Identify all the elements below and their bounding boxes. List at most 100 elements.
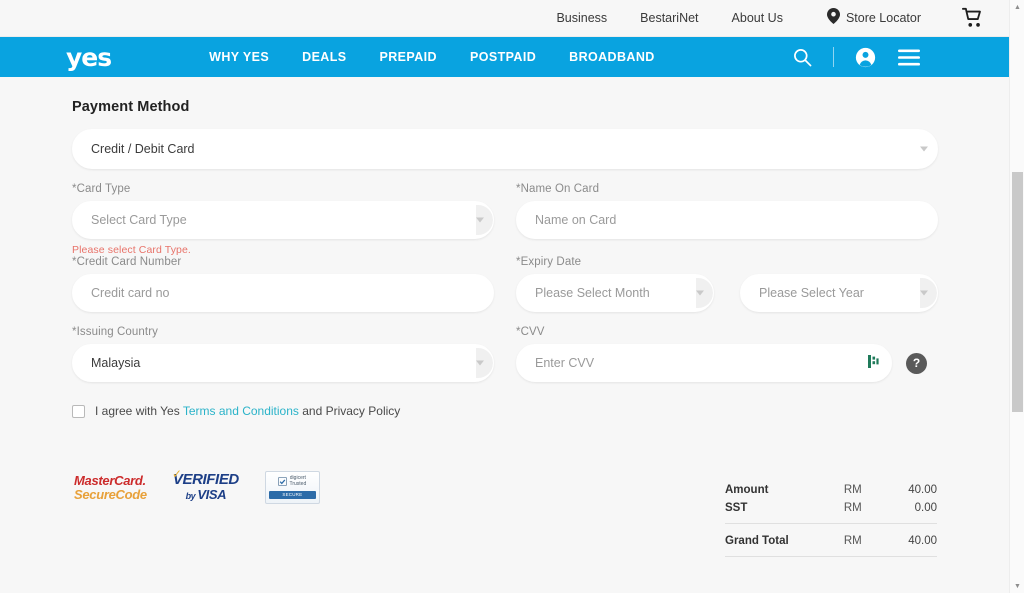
search-icon <box>793 48 812 67</box>
utility-nav-bar: Business BestariNet About Us Store Locat… <box>0 0 1009 37</box>
utility-link-business[interactable]: Business <box>556 11 607 25</box>
main-nav-icons <box>780 37 931 77</box>
nav-link-deals[interactable]: DEALS <box>302 50 346 64</box>
expiry-date-field: *Expiry Date Please Select Month Please … <box>516 256 938 312</box>
expiry-selects: Please Select Month Please Select Year <box>516 274 938 312</box>
mastercard-line1: MasterCard. <box>74 474 147 488</box>
issuing-country-value: Malaysia <box>91 356 140 370</box>
terms-suffix: and Privacy Policy <box>299 404 400 418</box>
visa-check-icon: ✓ <box>172 467 182 481</box>
chevron-down-icon <box>920 291 928 296</box>
security-badges: MasterCard. SecureCode ✓ VERIFIED by VIS… <box>72 471 320 504</box>
expiry-year-select[interactable]: Please Select Year <box>740 274 938 312</box>
nav-link-broadband[interactable]: BROADBAND <box>569 50 655 64</box>
card-number-expiry-row: *Credit Card Number Credit card no *Expi… <box>72 256 937 312</box>
name-on-card-field: *Name On Card Name on Card <box>516 183 938 256</box>
cvv-field: *CVV Enter CVV ? <box>516 326 938 382</box>
payment-form-content: Payment Method Credit / Debit Card *Card… <box>0 99 1009 557</box>
sst-label: SST <box>725 499 834 524</box>
visa-line1: VERIFIED <box>173 472 239 487</box>
terms-and-conditions-link[interactable]: Terms and Conditions <box>183 404 299 418</box>
sst-currency: RM <box>834 499 888 524</box>
order-totals: Amount RM 40.00 SST RM 0.00 Grand Total … <box>725 471 937 557</box>
nav-link-prepaid[interactable]: PREPAID <box>380 50 437 64</box>
credit-card-number-input[interactable]: Credit card no <box>72 274 494 312</box>
main-nav-links: WHY YES DEALS PREPAID POSTPAID BROADBAND <box>209 50 655 64</box>
mastercard-line2: SecureCode <box>74 488 147 502</box>
scrollbar-up-arrow[interactable]: ▲ <box>1010 0 1024 14</box>
footer-area: MasterCard. SecureCode ✓ VERIFIED by VIS… <box>72 471 937 557</box>
terms-checkbox[interactable] <box>72 405 85 418</box>
payment-method-value: Credit / Debit Card <box>91 142 195 156</box>
totals-table: Amount RM 40.00 SST RM 0.00 Grand Total … <box>725 481 937 557</box>
expiry-month-wrap: Please Select Month <box>516 274 714 312</box>
credit-card-number-field: *Credit Card Number Credit card no <box>72 256 494 312</box>
shopping-cart-icon <box>962 7 984 29</box>
nav-link-postpaid[interactable]: POSTPAID <box>470 50 536 64</box>
country-cvv-row: *Issuing Country Malaysia *CVV Enter CVV <box>72 312 937 382</box>
amount-currency: RM <box>834 481 888 499</box>
cart-button[interactable] <box>962 7 984 34</box>
card-type-select[interactable]: Select Card Type <box>72 201 494 239</box>
expiry-month-select[interactable]: Please Select Month <box>516 274 714 312</box>
card-type-error: Please select Card Type. <box>72 244 494 256</box>
chevron-down-icon <box>920 147 928 152</box>
scrollbar-down-arrow[interactable]: ▼ <box>1010 579 1024 593</box>
cvv-input[interactable]: Enter CVV <box>516 344 892 382</box>
search-button[interactable] <box>780 37 824 77</box>
cvv-row: Enter CVV ? <box>516 344 938 382</box>
verified-by-visa-badge: ✓ VERIFIED by VISA <box>173 472 239 503</box>
hamburger-menu-button[interactable] <box>887 37 931 77</box>
card-type-label: *Card Type <box>72 183 494 195</box>
page-scrollbar[interactable]: ▲ ▼ <box>1009 0 1024 593</box>
expiry-month-value: Please Select Month <box>535 286 650 300</box>
nav-divider <box>833 47 834 67</box>
utility-link-about-us[interactable]: About Us <box>732 11 783 25</box>
nav-link-why-yes[interactable]: WHY YES <box>209 50 269 64</box>
mastercard-securecode-badge: MasterCard. SecureCode <box>74 474 147 501</box>
grand-total-value: 40.00 <box>888 524 937 557</box>
account-button[interactable] <box>843 37 887 77</box>
digicert-secure-badge: digicert Trusted SECURE <box>265 471 320 504</box>
digicert-check-icon <box>278 477 287 486</box>
main-nav-bar: yes WHY YES DEALS PREPAID POSTPAID BROAD… <box>0 37 1009 77</box>
grand-total-currency: RM <box>834 524 888 557</box>
cvv-placeholder: Enter CVV <box>535 356 594 370</box>
chevron-down-icon <box>476 361 484 366</box>
credit-card-number-label: *Credit Card Number <box>72 256 494 268</box>
name-on-card-placeholder: Name on Card <box>535 213 616 227</box>
password-manager-icon[interactable] <box>868 355 879 371</box>
scrollbar-thumb[interactable] <box>1012 172 1023 412</box>
issuing-country-field: *Issuing Country Malaysia <box>72 326 494 382</box>
chevron-down-icon <box>696 291 704 296</box>
credit-card-number-placeholder: Credit card no <box>91 286 170 300</box>
amount-value: 40.00 <box>888 481 937 499</box>
digicert-line2: Trusted <box>289 481 306 487</box>
utility-link-bestarinet[interactable]: BestariNet <box>640 11 698 25</box>
amount-label: Amount <box>725 481 834 499</box>
page-title: Payment Method <box>72 99 937 115</box>
digicert-line1: digicert <box>290 475 306 481</box>
totals-row-amount: Amount RM 40.00 <box>725 481 937 499</box>
visa-by: by <box>186 491 198 501</box>
totals-row-sst: SST RM 0.00 <box>725 499 937 524</box>
expiry-date-label: *Expiry Date <box>516 256 938 268</box>
page-root: Business BestariNet About Us Store Locat… <box>0 0 1009 593</box>
visa-wordmark: VISA <box>197 487 226 502</box>
cvv-help-button[interactable]: ? <box>906 353 927 374</box>
map-pin-icon <box>827 8 840 29</box>
card-type-field: *Card Type Select Card Type Please selec… <box>72 183 494 256</box>
digicert-secure-bar: SECURE <box>269 491 316 500</box>
issuing-country-select[interactable]: Malaysia <box>72 344 494 382</box>
payment-method-select[interactable]: Credit / Debit Card <box>72 129 938 169</box>
store-locator-label: Store Locator <box>846 11 921 25</box>
user-account-icon <box>855 47 876 68</box>
issuing-country-label: *Issuing Country <box>72 326 494 338</box>
card-type-name-row: *Card Type Select Card Type Please selec… <box>72 169 937 256</box>
store-locator-link[interactable]: Store Locator <box>827 8 921 29</box>
name-on-card-input[interactable]: Name on Card <box>516 201 938 239</box>
expiry-year-value: Please Select Year <box>759 286 864 300</box>
terms-prefix: I agree with Yes <box>95 404 183 418</box>
yes-logo[interactable]: yes <box>66 45 111 70</box>
terms-agreement-row: I agree with Yes Terms and Conditions an… <box>72 404 937 418</box>
